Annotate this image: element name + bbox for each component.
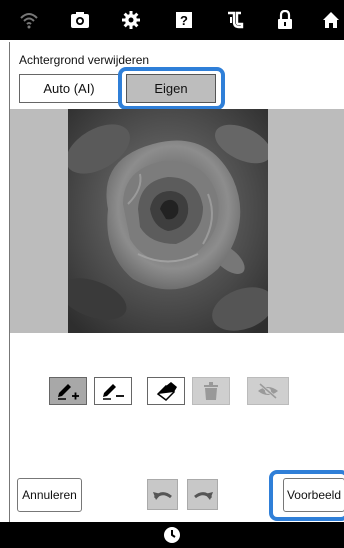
top-status-bar: ?: [0, 0, 344, 40]
dialog-title: Achtergrond verwijderen: [19, 53, 150, 67]
cancel-button[interactable]: Annuleren: [17, 478, 82, 512]
delete-button[interactable]: [192, 377, 230, 405]
mode-auto-ai-button[interactable]: Auto (AI): [19, 74, 119, 103]
wifi-icon[interactable]: [16, 8, 42, 32]
redo-icon: [193, 491, 213, 500]
eraser-icon: [156, 382, 177, 401]
mode-custom-button[interactable]: Eigen: [126, 74, 216, 103]
hide-preview-button[interactable]: [247, 377, 289, 405]
home-icon[interactable]: [318, 8, 344, 32]
eye-off-icon: [258, 382, 278, 400]
pen-minus-icon: [103, 384, 124, 400]
bottom-bar: [0, 522, 344, 548]
trash-icon: [204, 382, 218, 400]
clock-icon[interactable]: [163, 526, 181, 544]
redo-button[interactable]: [187, 479, 218, 510]
rose-photo: [68, 109, 268, 333]
lock-icon[interactable]: [272, 8, 298, 32]
image-editing-area[interactable]: [10, 109, 344, 333]
undo-button[interactable]: [147, 479, 178, 510]
help-icon[interactable]: ?: [171, 8, 197, 32]
pen-plus-icon: [58, 384, 79, 400]
preview-button[interactable]: Voorbeeld: [283, 478, 344, 512]
undo-icon: [152, 491, 172, 500]
camera-icon[interactable]: [67, 8, 93, 32]
remove-background-panel: Achtergrond verwijderen Auto (AI) Eigen: [9, 42, 344, 522]
add-area-pen-button[interactable]: [49, 377, 87, 405]
remove-area-pen-button[interactable]: [94, 377, 132, 405]
settings-icon[interactable]: [118, 8, 144, 32]
machine-icon[interactable]: [222, 8, 248, 32]
eraser-button[interactable]: [147, 377, 185, 405]
svg-text:?: ?: [180, 13, 188, 28]
